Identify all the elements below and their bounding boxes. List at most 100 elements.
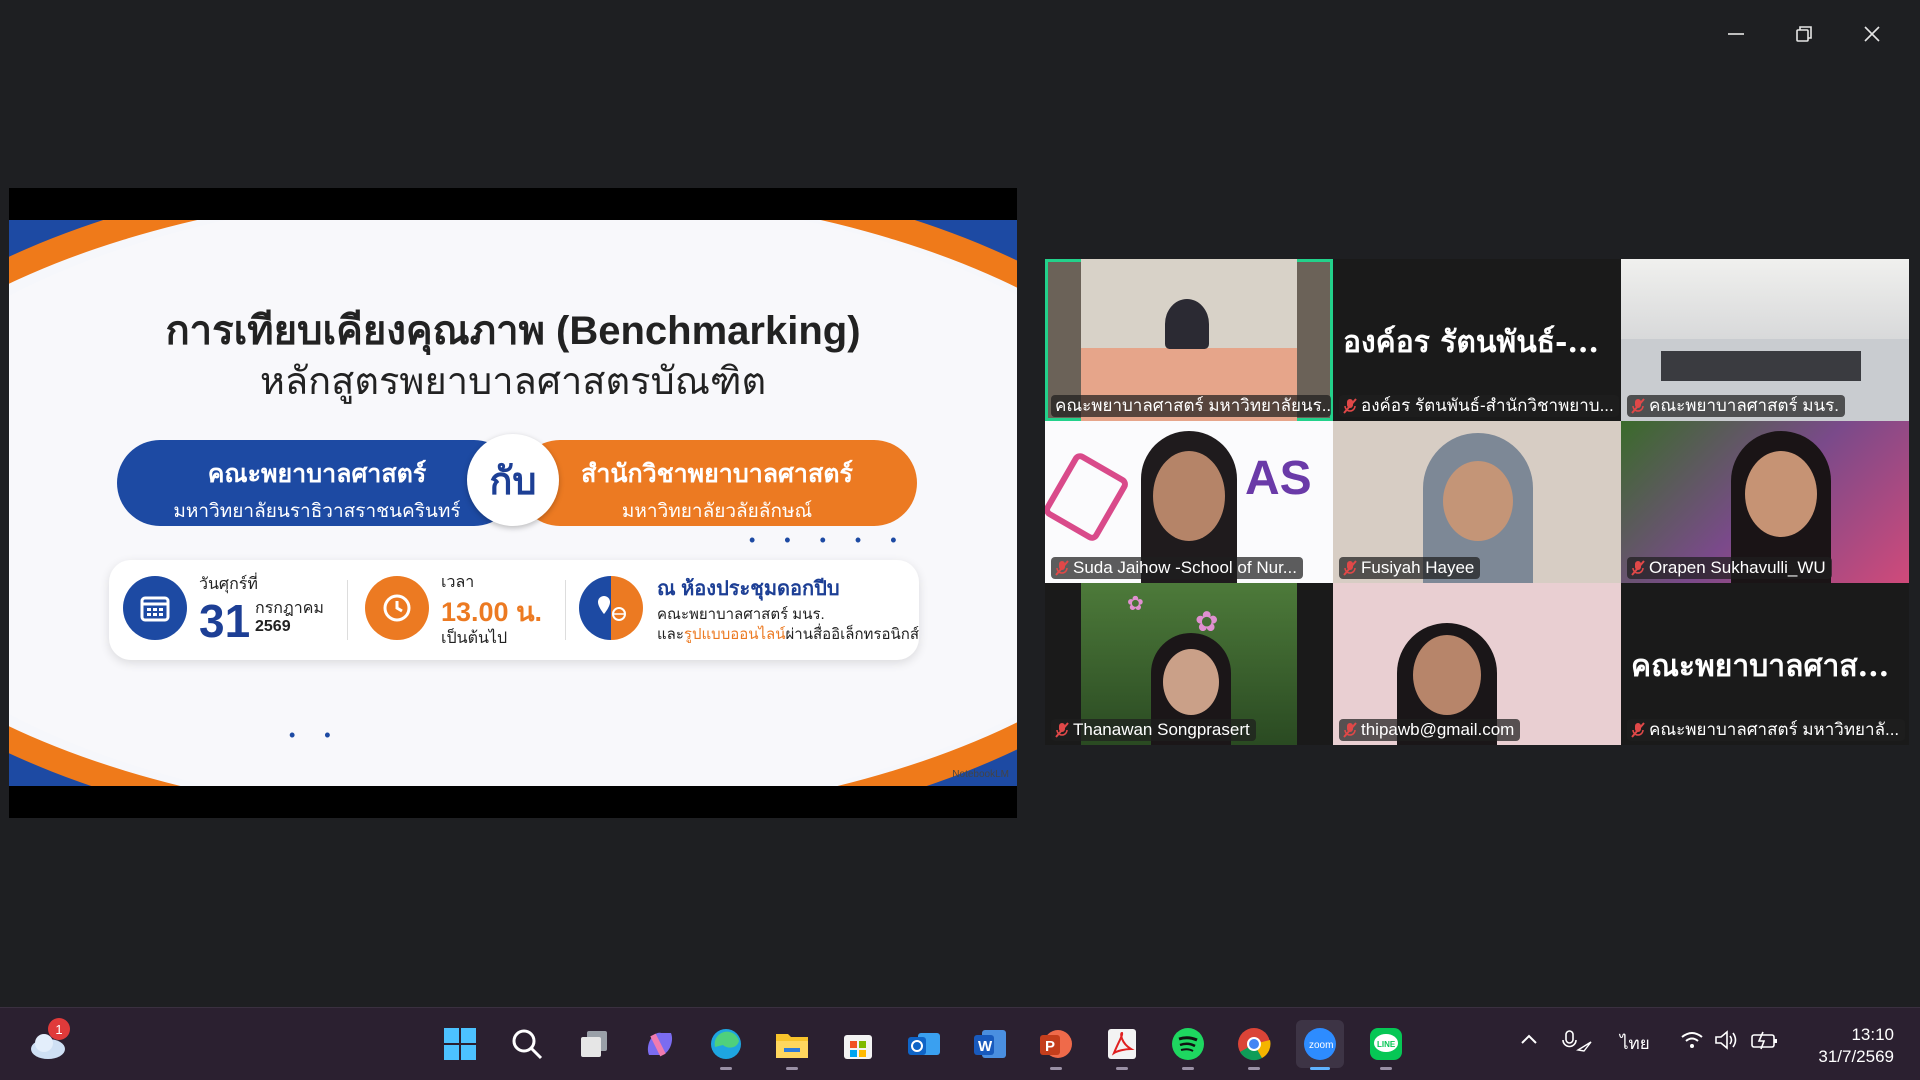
spotify-button[interactable]	[1164, 1020, 1212, 1070]
participant-name: thipawb@gmail.com	[1361, 720, 1515, 739]
chrome-button[interactable]	[1230, 1020, 1278, 1070]
word-icon-label: W	[978, 1038, 993, 1055]
participant-tile[interactable]: Fusiyah Hayee	[1333, 421, 1621, 583]
participant-tile[interactable]: คณะพยาบาลศาส... คณะพยาบาลศาสตร์ มหาวิทยา…	[1621, 583, 1909, 745]
participant-name: คณะพยาบาลศาสตร์ มหาวิทยาลัยนร...	[1055, 396, 1331, 415]
divider	[347, 580, 348, 640]
event-info-bar: วันศุกร์ที่ 31 กรกฎาคม 2569 เวลา 13.00 น…	[109, 560, 919, 660]
left-institution-university: มหาวิทยาลัยนราธิวาสราชนครินทร์	[173, 501, 461, 522]
line-icon: LINE	[1370, 1028, 1402, 1060]
participant-tile[interactable]: AS Suda Jaihow -School of Nur...	[1045, 421, 1333, 583]
participant-tile[interactable]: thipawb@gmail.com	[1333, 583, 1621, 745]
participant-name-tag: คณะพยาบาลศาสตร์ มนร.	[1627, 395, 1846, 417]
running-indicator	[1116, 1067, 1128, 1070]
left-institution-pill: คณะพยาบาลศาสตร์ มหาวิทยาลัยนราธิวาสราชนค…	[117, 440, 517, 526]
mic-muted-icon	[1055, 722, 1069, 738]
system-clock[interactable]: 13:10 31/7/2569	[1818, 1024, 1894, 1068]
minimize-button[interactable]	[1702, 14, 1770, 54]
mic-muted-icon	[1631, 398, 1645, 414]
powerpoint-icon-label: P	[1045, 1038, 1055, 1055]
running-indicator	[1050, 1067, 1062, 1070]
participant-gallery: คณะพยาบาลศาสตร์ มหาวิทยาลัยนร... องค์อร …	[1045, 259, 1909, 746]
show-hidden-icons-button[interactable]	[1520, 1030, 1538, 1051]
mic-muted-icon	[1343, 560, 1357, 576]
restore-button[interactable]	[1770, 14, 1838, 54]
task-view-button[interactable]	[570, 1020, 618, 1068]
participant-name: Fusiyah Hayee	[1361, 558, 1475, 577]
acrobat-button[interactable]	[1098, 1020, 1146, 1070]
decorative-dots: • • • • •	[749, 530, 909, 550]
running-indicator	[1182, 1067, 1194, 1070]
participant-name: Thanawan Songprasert	[1073, 720, 1250, 739]
flower-decoration: ✿	[1195, 606, 1219, 637]
battery-button[interactable]	[1750, 1030, 1780, 1055]
venue-line2-highlight: รูปแบบออนไลน์	[683, 626, 786, 643]
outlook-button[interactable]	[900, 1020, 948, 1068]
file-explorer-icon	[776, 1034, 808, 1058]
day-number: 31	[199, 595, 251, 647]
spotify-icon	[1172, 1028, 1204, 1060]
copilot-button[interactable]	[636, 1020, 684, 1068]
line-button[interactable]: LINE	[1362, 1020, 1410, 1070]
participant-tile[interactable]: องค์อร รัตนพันธ์-... องค์อร รัตนพันธ์-สำ…	[1333, 259, 1621, 421]
powerpoint-button[interactable]: P	[1032, 1020, 1080, 1070]
start-button[interactable]	[436, 1020, 484, 1068]
zoom-button[interactable]: zoom	[1296, 1020, 1344, 1070]
participant-tile[interactable]: คณะพยาบาลศาสตร์ มหาวิทยาลัยนร...	[1045, 259, 1333, 421]
outlook-icon	[908, 1033, 940, 1055]
right-institution-university: มหาวิทยาลัยวลัยลักษณ์	[621, 501, 813, 522]
right-institution-name: สำนักวิชาพยาบาลศาสตร์	[581, 460, 853, 488]
notification-badge: 1	[48, 1018, 70, 1040]
participant-tile[interactable]: ✿ ✿ Thanawan Songprasert	[1045, 583, 1333, 745]
battery-charging-icon	[1751, 1031, 1777, 1050]
minimize-icon	[1728, 33, 1744, 35]
start-icon	[444, 1028, 476, 1060]
search-button[interactable]	[503, 1020, 551, 1068]
participant-figure	[1165, 299, 1209, 349]
calendar-icon	[123, 576, 187, 640]
flower-decoration: ✿	[1127, 593, 1144, 615]
participant-name-tag: คณะพยาบาลศาสตร์ มหาวิทยาลัยนร...	[1051, 395, 1331, 417]
slide-subtitle: หลักสูตรพยาบาลศาสตรบัณฑิต	[259, 361, 767, 403]
acrobat-icon	[1108, 1029, 1136, 1059]
venue-line2: และรูปแบบออนไลน์ผ่านสื่ออิเล็กทรอนิกส์	[657, 622, 919, 646]
participant-tile[interactable]: Orapen Sukhavulli_WU	[1621, 421, 1909, 583]
running-indicator	[1310, 1067, 1330, 1070]
search-icon	[512, 1029, 543, 1060]
store-button[interactable]	[834, 1020, 882, 1068]
mic-muted-icon	[1055, 560, 1069, 576]
participant-name-tag: thipawb@gmail.com	[1339, 719, 1521, 741]
microphone-icon	[1562, 1030, 1592, 1052]
participant-display-name: คณะพยาบาลศาส...	[1631, 649, 1890, 684]
year: 2569	[255, 618, 291, 635]
shared-screen[interactable]: การเทียบเคียงคุณภาพ (Benchmarking) หลักส…	[9, 188, 1017, 818]
clock-time: 13:10	[1851, 1025, 1894, 1044]
running-indicator	[786, 1067, 798, 1070]
file-explorer-button[interactable]	[768, 1020, 816, 1070]
participant-video	[1621, 259, 1909, 339]
wifi-button[interactable]	[1680, 1030, 1704, 1055]
participant-face	[1443, 461, 1513, 541]
volume-button[interactable]	[1714, 1030, 1740, 1055]
venue-line2-suffix: ผ่านสื่ออิเล็กทรอนิกส์	[785, 626, 919, 643]
participant-face	[1413, 635, 1481, 715]
location-online-icon	[579, 576, 643, 640]
time-after: เป็นต้นไป	[441, 630, 508, 647]
window-controls	[1702, 14, 1906, 54]
close-button[interactable]	[1838, 14, 1906, 54]
edge-button[interactable]	[702, 1020, 750, 1070]
participant-face	[1745, 451, 1817, 537]
right-institution-pill: สำนักวิชาพยาบาลศาสตร์ มหาวิทยาลัยวลัยลัก…	[517, 440, 917, 526]
participant-name-tag: คณะพยาบาลศาสตร์ มหาวิทยาลั...	[1627, 719, 1906, 741]
decorative-dots: • •	[289, 725, 343, 745]
divider	[565, 580, 566, 640]
language-indicator[interactable]: ไทย	[1620, 1030, 1650, 1057]
chevron-up-icon	[1521, 1034, 1537, 1044]
participant-tile[interactable]: คณะพยาบาลศาสตร์ มนร.	[1621, 259, 1909, 421]
participant-name: คณะพยาบาลศาสตร์ มนร.	[1649, 396, 1840, 415]
microphone-in-use[interactable]	[1562, 1030, 1592, 1057]
participant-name-tag: Orapen Sukhavulli_WU	[1627, 557, 1832, 579]
copilot-icon	[647, 1032, 673, 1057]
clock-icon	[365, 576, 429, 640]
word-button[interactable]: W	[966, 1020, 1014, 1068]
